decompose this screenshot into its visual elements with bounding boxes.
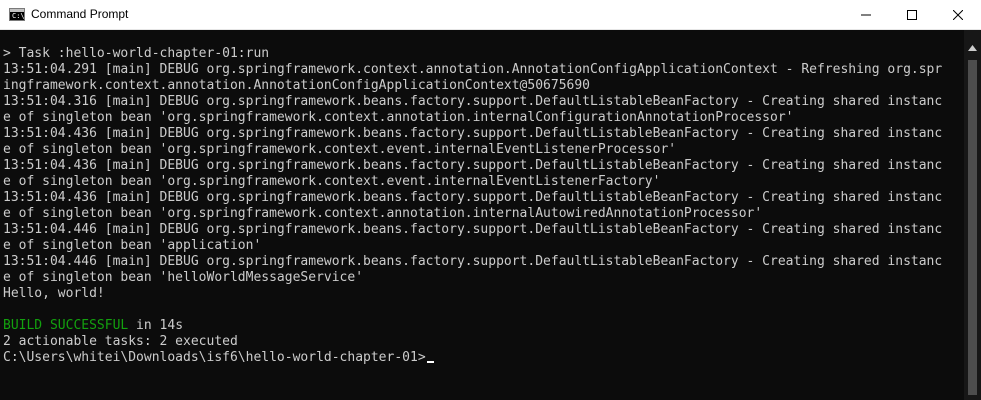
console-line: e of singleton bean 'helloWorldMessageSe… bbox=[3, 270, 364, 285]
console-line: 13:51:04.291 [main] DEBUG org.springfram… bbox=[3, 62, 943, 77]
window-title: Command Prompt bbox=[31, 7, 129, 21]
command-prompt: C:\Users\whitei\Downloads\isf6\hello-wor… bbox=[3, 350, 426, 365]
cmd-icon: C:\ bbox=[9, 8, 25, 21]
console-line: ingframework.context.annotation.Annotati… bbox=[3, 78, 590, 93]
scrollbar-thumb[interactable] bbox=[968, 60, 977, 395]
minimize-icon bbox=[861, 14, 871, 15]
title-bar[interactable]: C:\ Command Prompt bbox=[0, 0, 981, 30]
minimize-button[interactable] bbox=[843, 0, 889, 29]
console-line: 13:51:04.436 [main] DEBUG org.springfram… bbox=[3, 126, 943, 141]
console-line: e of singleton bean 'org.springframework… bbox=[3, 174, 661, 189]
console-line: e of singleton bean 'org.springframework… bbox=[3, 206, 763, 221]
text-cursor bbox=[426, 361, 434, 363]
console-line: 13:51:04.436 [main] DEBUG org.springfram… bbox=[3, 158, 943, 173]
build-status-line: BUILD SUCCESSFUL in 14s bbox=[3, 318, 183, 334]
console-line: e of singleton bean 'application' bbox=[3, 238, 262, 253]
tasks-summary: 2 actionable tasks: 2 executed bbox=[3, 334, 238, 349]
prompt-line[interactable]: C:\Users\whitei\Downloads\isf6\hello-wor… bbox=[3, 350, 434, 366]
console-line: 13:51:04.316 [main] DEBUG org.springfram… bbox=[3, 94, 943, 109]
console-line: e of singleton bean 'org.springframework… bbox=[3, 110, 794, 125]
console-line: 13:51:04.446 [main] DEBUG org.springfram… bbox=[3, 254, 943, 269]
scroll-up-button[interactable] bbox=[964, 43, 981, 53]
build-time: in 14s bbox=[128, 318, 184, 333]
console-line: 13:51:04.446 [main] DEBUG org.springfram… bbox=[3, 222, 943, 237]
close-icon bbox=[953, 9, 963, 20]
maximize-button[interactable] bbox=[889, 0, 935, 29]
chevron-up-icon bbox=[968, 45, 977, 51]
maximize-icon bbox=[907, 9, 917, 20]
console-line: Hello, world! bbox=[3, 286, 105, 301]
console-line: 13:51:04.436 [main] DEBUG org.springfram… bbox=[3, 190, 943, 205]
close-button[interactable] bbox=[935, 0, 981, 29]
console-line: > Task :hello-world-chapter-01:run bbox=[3, 46, 270, 61]
console-output[interactable]: > Task :hello-world-chapter-01:run 13:51… bbox=[0, 30, 964, 400]
console-line: e of singleton bean 'org.springframework… bbox=[3, 142, 677, 157]
vertical-scrollbar[interactable] bbox=[964, 30, 981, 400]
build-status: BUILD SUCCESSFUL bbox=[3, 318, 129, 333]
